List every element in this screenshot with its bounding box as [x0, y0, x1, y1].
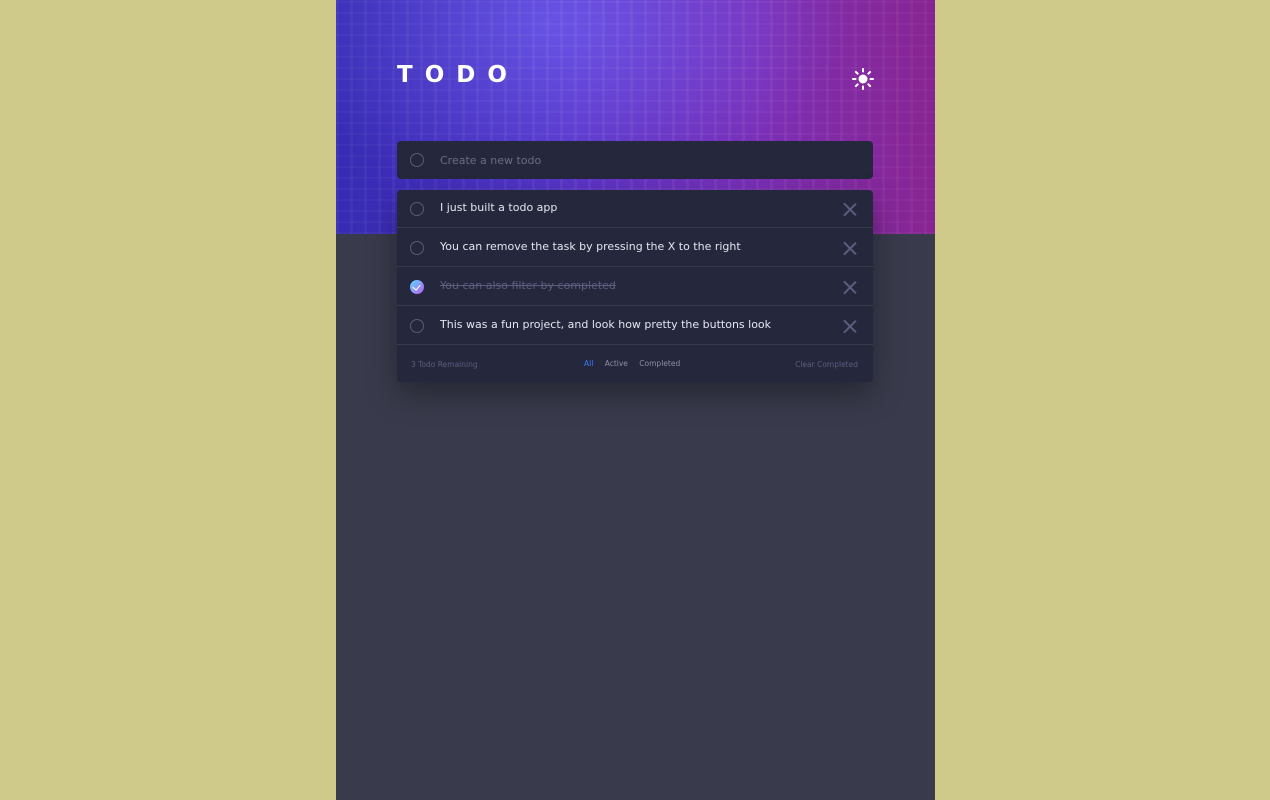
todo-text[interactable]: You can remove the task by pressing the …: [440, 240, 741, 253]
todo-item: You can remove the task by pressing the …: [397, 229, 873, 267]
todo-footer: 3 Todo Remaining All Active Completed Cl…: [397, 347, 873, 382]
todo-item: You can also filter by completed: [397, 268, 873, 306]
delete-x-icon[interactable]: [843, 202, 857, 216]
todo-checkbox-checked[interactable]: [410, 280, 424, 294]
todo-text[interactable]: I just built a todo app: [440, 201, 557, 214]
items-remaining-count: 3 Todo Remaining: [411, 360, 478, 369]
todo-text[interactable]: This was a fun project, and look how pre…: [440, 318, 771, 331]
delete-x-icon[interactable]: [843, 280, 857, 294]
filter-all[interactable]: All: [584, 359, 593, 368]
theme-toggle-button[interactable]: [851, 67, 875, 91]
todo-checkbox[interactable]: [410, 241, 424, 255]
todo-list: I just built a todo app You can remove t…: [397, 190, 873, 382]
todo-item: This was a fun project, and look how pre…: [397, 307, 873, 345]
new-todo-card: [397, 141, 873, 179]
todo-item: I just built a todo app: [397, 190, 873, 228]
app-title: TODO: [397, 62, 519, 88]
delete-x-icon[interactable]: [843, 319, 857, 333]
todo-checkbox[interactable]: [410, 202, 424, 216]
new-todo-checkbox[interactable]: [410, 153, 424, 167]
app-window: TODO I just built a todo app: [336, 0, 935, 800]
clear-completed-button[interactable]: Clear Completed: [795, 360, 858, 369]
sun-icon: [852, 68, 874, 90]
todo-checkbox[interactable]: [410, 319, 424, 333]
delete-x-icon[interactable]: [843, 241, 857, 255]
filter-group: All Active Completed: [584, 359, 689, 368]
filter-active[interactable]: Active: [605, 359, 628, 368]
todo-text[interactable]: You can also filter by completed: [440, 279, 616, 292]
new-todo-input[interactable]: [440, 141, 860, 179]
filter-completed[interactable]: Completed: [639, 359, 680, 368]
